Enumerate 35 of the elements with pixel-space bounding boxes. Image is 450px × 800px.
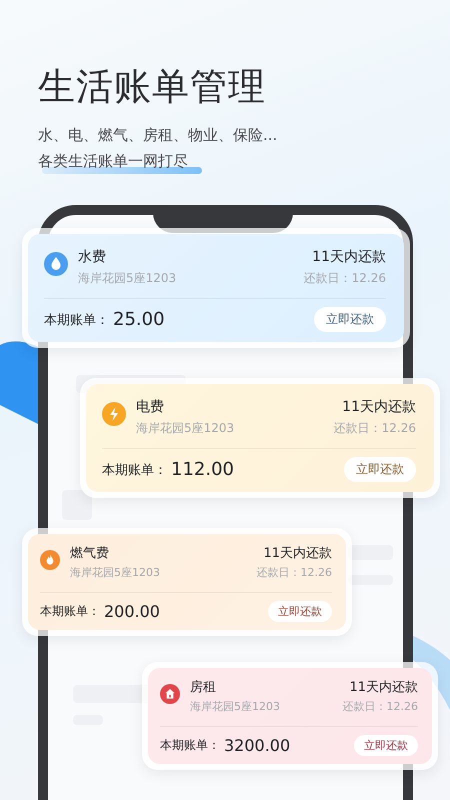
subtitle-text: 各类生活账单一网打尽 xyxy=(38,152,188,170)
amount-label: 本期账单： xyxy=(44,312,109,328)
due-date: 还款日：12.26 xyxy=(256,565,332,581)
water-drop-icon xyxy=(44,252,68,276)
bill-name: 电费 xyxy=(136,398,165,417)
bill-name: 燃气费 xyxy=(70,545,110,563)
bill-address: 海岸花园5座1203 xyxy=(136,420,236,437)
bill-name: 房租 xyxy=(190,679,217,697)
due-in-text: 11天内还款 xyxy=(312,248,386,267)
lightning-icon xyxy=(102,402,126,426)
amount-label: 本期账单： xyxy=(160,737,220,754)
bill-address: 海岸花园5座1203 xyxy=(190,699,281,715)
subtitle-text: 水、电、燃气、房租、物业、保险... xyxy=(38,126,278,144)
pay-now-button[interactable]: 立即还款 xyxy=(344,457,416,482)
pay-now-button[interactable]: 立即还款 xyxy=(268,601,332,622)
due-in-text: 11天内还款 xyxy=(342,398,416,417)
bill-name: 水费 xyxy=(78,248,107,267)
due-date: 还款日：12.26 xyxy=(334,420,416,437)
flame-icon xyxy=(40,550,60,570)
bill-amount: 3200.00 xyxy=(224,736,292,755)
due-in-text: 11天内还款 xyxy=(349,679,418,697)
bill-amount: 112.00 xyxy=(171,459,235,480)
bill-amount: 25.00 xyxy=(113,309,166,330)
due-in-text: 11天内还款 xyxy=(263,545,332,563)
due-date: 还款日：12.26 xyxy=(304,270,386,287)
pay-now-button[interactable]: 立即还款 xyxy=(314,307,386,332)
amount-label: 本期账单： xyxy=(40,603,100,620)
amount-label: 本期账单： xyxy=(102,462,167,478)
bill-address: 海岸花园5座1203 xyxy=(70,565,161,581)
house-icon xyxy=(160,684,180,704)
headline: 生活账单管理 xyxy=(38,64,267,110)
due-date: 还款日：12.26 xyxy=(342,699,418,715)
bill-address: 海岸花园5座1203 xyxy=(78,270,178,287)
pay-now-button[interactable]: 立即还款 xyxy=(354,735,418,756)
bill-amount: 200.00 xyxy=(104,602,161,621)
